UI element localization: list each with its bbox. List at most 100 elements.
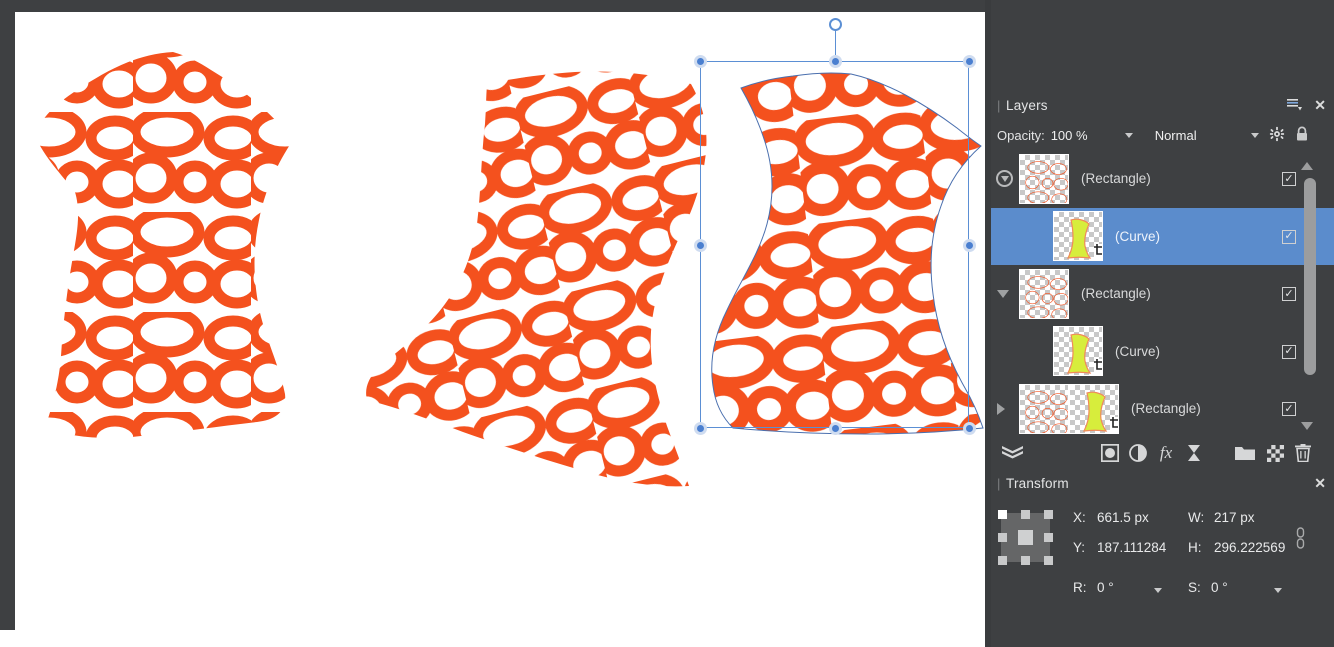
y-field[interactable]: 187.111284 <box>1097 540 1166 555</box>
x-label: X: <box>1073 510 1086 525</box>
anchor-bottom-right[interactable] <box>1044 556 1053 565</box>
shape-right[interactable] <box>695 52 1006 472</box>
opacity-value[interactable]: 100 % <box>1051 128 1125 143</box>
anchor-top-right[interactable] <box>1044 510 1053 519</box>
new-group-icon[interactable] <box>1233 438 1257 468</box>
layer-thumbnail[interactable] <box>1069 383 1119 434</box>
layer-thumbnail[interactable] <box>1053 211 1103 262</box>
right-panel-dock: | Layers ✕ Opacity: 100 % Normal (Rectan… <box>985 0 1334 647</box>
layers-scroll-up-arrow[interactable] <box>1301 162 1313 170</box>
checkbox-check: ✓ <box>1284 230 1294 242</box>
layer-thumbnails <box>1053 326 1103 377</box>
canvas-area[interactable] <box>0 0 1008 647</box>
shape-left[interactable] <box>15 12 415 630</box>
artboard[interactable] <box>15 12 1006 630</box>
transform-panel: | Transform ✕ X: 661.5 px W: 217 px Y: 1… <box>991 468 1334 647</box>
artboard-lower-strip <box>0 630 1007 647</box>
gear-glyph <box>1269 126 1284 141</box>
w-label: W: <box>1188 510 1205 525</box>
layer-disclosure-toggle[interactable] <box>997 290 1009 298</box>
anchor-top-left[interactable] <box>998 510 1007 519</box>
layer-row[interactable]: (Curve) ✓ <box>991 207 1334 265</box>
anchor-middle-right[interactable] <box>1044 533 1053 542</box>
layers-stack-icon[interactable] <box>999 438 1025 468</box>
layers-scroll-down-arrow[interactable] <box>1301 422 1313 430</box>
x-field[interactable]: 661.5 px <box>1097 510 1149 525</box>
layers-panel-header[interactable]: | Layers ✕ <box>991 90 1334 120</box>
layer-visibility-checkbox[interactable]: ✓ <box>1282 287 1296 301</box>
layer-row[interactable]: (Rectangle) ✓ <box>991 265 1334 323</box>
anchor-bottom-center[interactable] <box>1021 556 1030 565</box>
folder-glyph <box>1235 447 1255 460</box>
layers-scrollbar-thumb[interactable] <box>1304 178 1316 375</box>
h-field[interactable]: 296.222569 <box>1214 540 1285 555</box>
opacity-dropdown-caret[interactable] <box>1124 132 1133 138</box>
adjustment-glyph <box>1129 444 1147 462</box>
link-dimensions-icon[interactable] <box>1295 526 1306 555</box>
s-label: S: <box>1188 580 1201 595</box>
crop-icon <box>1094 359 1102 371</box>
crop-icon <box>1094 244 1102 256</box>
layer-thumbnails <box>1019 268 1069 319</box>
new-pixel-layer-icon[interactable] <box>1263 438 1287 468</box>
s-dropdown-caret[interactable] <box>1274 588 1282 593</box>
layer-thumbnails <box>1019 153 1069 204</box>
layer-thumbnail[interactable] <box>1019 268 1069 319</box>
checkbox-check: ✓ <box>1284 402 1294 415</box>
layer-visibility-checkbox[interactable]: ✓ <box>1282 344 1296 359</box>
trash-glyph <box>1295 444 1311 462</box>
live-filter-icon[interactable] <box>1183 438 1205 468</box>
layer-disclosure-toggle[interactable] <box>997 403 1005 415</box>
effects-fx-icon[interactable]: fx <box>1155 438 1177 468</box>
layer-thumbnail[interactable] <box>1019 383 1069 434</box>
checkbox-check: ✓ <box>1284 345 1294 357</box>
hamburger-menu-icon <box>1287 98 1303 110</box>
chain-link-glyph <box>1296 527 1305 549</box>
blend-mode-caret[interactable] <box>1250 132 1259 138</box>
layers-panel-grip[interactable]: | <box>997 99 1006 112</box>
layer-thumbnail[interactable] <box>1019 153 1069 204</box>
s-field[interactable]: 0 ° <box>1211 580 1228 595</box>
layer-name: (Curve) <box>1115 228 1161 244</box>
layers-scrollbar-track[interactable] <box>1304 173 1316 443</box>
layer-visibility-checkbox[interactable]: ✓ <box>1282 172 1296 186</box>
layer-visibility-checkbox[interactable]: ✓ <box>1282 402 1296 416</box>
anchor-point-selector[interactable] <box>998 510 1053 565</box>
blend-mode-value[interactable]: Normal <box>1155 128 1251 143</box>
layer-name: (Rectangle) <box>1081 171 1151 187</box>
anchor-bottom-left[interactable] <box>998 556 1007 565</box>
lock-icon[interactable] <box>1295 126 1309 145</box>
transform-panel-header[interactable]: | Transform ✕ <box>991 468 1334 498</box>
layers-list[interactable]: (Rectangle) ✓ (Curve) ✓ (Rectangle) ✓ (C… <box>991 150 1334 438</box>
layer-row[interactable]: (Curve) ✓ <box>991 323 1334 381</box>
shape-middle[interactable] <box>345 52 745 522</box>
w-field[interactable]: 217 px <box>1214 510 1255 525</box>
adjustment-icon[interactable] <box>1127 438 1149 468</box>
anchor-center[interactable] <box>1018 530 1033 545</box>
layer-name: (Rectangle) <box>1131 401 1201 417</box>
transform-panel-grip[interactable]: | <box>997 477 1006 490</box>
mask-layer-icon[interactable] <box>1099 438 1121 468</box>
opacity-label: Opacity: <box>997 127 1045 143</box>
close-icon[interactable]: ✕ <box>1314 98 1326 112</box>
layer-disclosure-toggle[interactable] <box>996 170 1013 187</box>
layer-row[interactable]: (Rectangle) ✓ <box>991 150 1334 208</box>
layers-panel-title: Layers <box>1006 97 1048 113</box>
stack-glyph <box>1001 446 1023 459</box>
thumb-pattern <box>1025 275 1068 318</box>
delete-layer-icon[interactable] <box>1291 438 1315 468</box>
layer-visibility-checkbox[interactable]: ✓ <box>1282 229 1296 244</box>
transform-close-icon[interactable]: ✕ <box>1314 476 1326 490</box>
anchor-middle-left[interactable] <box>998 533 1007 542</box>
gear-icon[interactable] <box>1269 126 1285 145</box>
r-field[interactable]: 0 ° <box>1097 580 1114 595</box>
checkbox-check: ✓ <box>1284 172 1294 185</box>
y-label: Y: <box>1073 540 1086 555</box>
anchor-top-center[interactable] <box>1021 510 1030 519</box>
checker-glyph <box>1266 444 1284 462</box>
layer-thumbnail[interactable] <box>1053 326 1103 377</box>
layer-row[interactable]: (Rectangle) ✓ <box>991 380 1334 438</box>
panel-menu-icon[interactable] <box>1287 98 1303 113</box>
r-dropdown-caret[interactable] <box>1154 588 1162 593</box>
layers-toolbar: fx <box>991 438 1334 468</box>
